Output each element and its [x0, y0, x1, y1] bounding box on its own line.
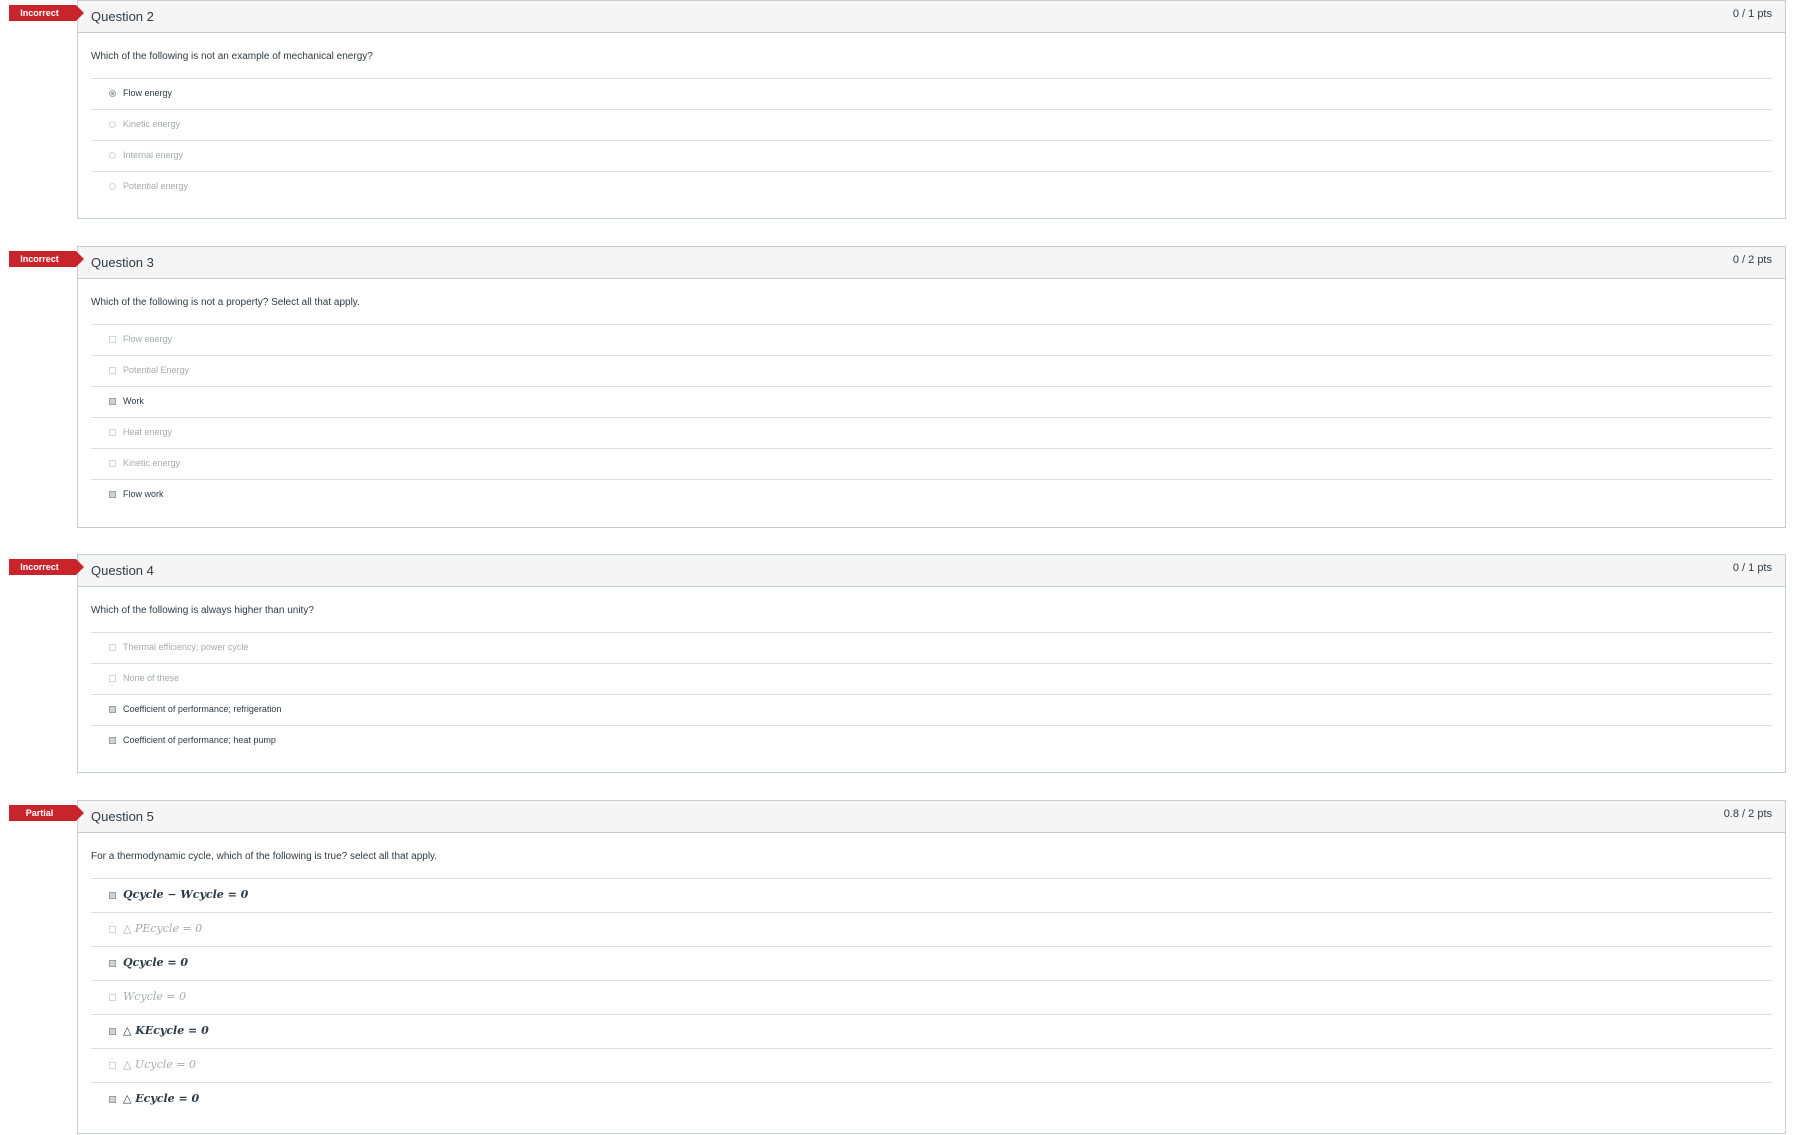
checkbox[interactable]: [109, 398, 116, 405]
answer-option[interactable]: Flow work: [91, 479, 1772, 510]
question-title: Question 4: [91, 563, 154, 578]
answer-option[interactable]: Thermal efficiency; power cycle: [91, 632, 1772, 663]
answer-option[interactable]: Internal energy: [91, 140, 1772, 171]
answer-label: Flow work: [123, 489, 164, 499]
answer-option[interactable]: Kinetic energy: [91, 448, 1772, 479]
answer-label: Qcycle = 0: [123, 956, 189, 969]
answer-list: Flow energy Kinetic energy Internal ener…: [91, 78, 1772, 202]
checkbox[interactable]: [109, 644, 116, 651]
radio-button[interactable]: [109, 90, 116, 97]
answer-option[interactable]: Wcycle = 0: [91, 980, 1772, 1014]
answer-label: Flow energy: [123, 88, 173, 98]
answer-option[interactable]: △ Ecycle = 0: [91, 1082, 1772, 1116]
question-points: 0 / 2 pts: [1732, 254, 1772, 266]
answer-label: Kinetic energy: [123, 458, 181, 468]
question-points: 0 / 1 pts: [1732, 562, 1772, 574]
checkbox[interactable]: [109, 367, 116, 374]
answer-option[interactable]: Heat energy: [91, 417, 1772, 448]
question-header: Question 2 0 / 1 pts: [78, 1, 1785, 33]
answer-label: Kinetic energy: [123, 119, 181, 129]
answer-label: △ PEcycle = 0: [123, 922, 203, 935]
question-5: Question 5 0.8 / 2 pts For a thermodynam…: [77, 800, 1786, 1134]
question-text: For a thermodynamic cycle, which of the …: [91, 851, 438, 862]
question-text: Which of the following is always higher …: [91, 605, 314, 616]
radio-button[interactable]: [109, 152, 116, 159]
result-badge-q2: Incorrect: [9, 5, 84, 21]
question-title: Question 3: [91, 255, 154, 270]
answer-label: Potential energy: [123, 181, 189, 191]
question-points: 0.8 / 2 pts: [1723, 808, 1772, 820]
question-header: Question 3 0 / 2 pts: [78, 247, 1785, 279]
answer-option[interactable]: Coefficient of performance; refrigeratio…: [91, 694, 1772, 725]
answer-label: Thermal efficiency; power cycle: [123, 642, 249, 652]
question-header: Question 5 0.8 / 2 pts: [78, 801, 1785, 833]
answer-label: Flow energy: [123, 334, 173, 344]
answer-option[interactable]: Qcycle = 0: [91, 946, 1772, 980]
checkbox[interactable]: [109, 336, 116, 343]
answer-label: Work: [123, 396, 144, 406]
result-badge-q4: Incorrect: [9, 559, 84, 575]
answer-label: Wcycle = 0: [123, 990, 187, 1003]
answer-label: Coefficient of performance; refrigeratio…: [123, 704, 282, 714]
radio-button[interactable]: [109, 183, 116, 190]
answer-list: Flow energy Potential Energy Work Heat e…: [91, 324, 1772, 510]
answer-option[interactable]: Kinetic energy: [91, 109, 1772, 140]
answer-label: Qcycle − Wcycle = 0: [123, 888, 249, 901]
answer-option[interactable]: Potential Energy: [91, 355, 1772, 386]
checkbox[interactable]: [109, 926, 116, 933]
checkbox[interactable]: [109, 1028, 116, 1035]
answer-label: △ Ecycle = 0: [123, 1092, 200, 1105]
answer-label: △ KEcycle = 0: [123, 1024, 209, 1037]
checkbox[interactable]: [109, 429, 116, 436]
radio-button[interactable]: [109, 121, 116, 128]
result-badge-q5: Partial: [9, 805, 84, 821]
answer-option[interactable]: None of these: [91, 663, 1772, 694]
answer-label: Internal energy: [123, 150, 184, 160]
question-points: 0 / 1 pts: [1732, 8, 1772, 20]
checkbox[interactable]: [109, 960, 116, 967]
answer-option[interactable]: Flow energy: [91, 78, 1772, 109]
question-2: Question 2 0 / 1 pts Which of the follow…: [77, 0, 1786, 219]
answer-option[interactable]: Potential energy: [91, 171, 1772, 202]
checkbox[interactable]: [109, 994, 116, 1001]
answer-option[interactable]: △ KEcycle = 0: [91, 1014, 1772, 1048]
answer-label: △ Ucycle = 0: [123, 1058, 196, 1071]
answer-label: Coefficient of performance; heat pump: [123, 735, 276, 745]
answer-label: None of these: [123, 673, 180, 683]
answer-option[interactable]: △ Ucycle = 0: [91, 1048, 1772, 1082]
answer-option[interactable]: Qcycle − Wcycle = 0: [91, 878, 1772, 912]
question-header: Question 4 0 / 1 pts: [78, 555, 1785, 587]
answer-option[interactable]: Coefficient of performance; heat pump: [91, 725, 1772, 756]
answer-list: Thermal efficiency; power cycle None of …: [91, 632, 1772, 756]
question-title: Question 2: [91, 9, 154, 24]
checkbox[interactable]: [109, 892, 116, 899]
question-3: Question 3 0 / 2 pts Which of the follow…: [77, 246, 1786, 528]
question-text: Which of the following is not an example…: [91, 51, 373, 62]
answer-option[interactable]: Work: [91, 386, 1772, 417]
answer-list: Qcycle − Wcycle = 0 △ PEcycle = 0 Qcycle…: [91, 878, 1772, 1116]
answer-option[interactable]: △ PEcycle = 0: [91, 912, 1772, 946]
checkbox[interactable]: [109, 737, 116, 744]
checkbox[interactable]: [109, 675, 116, 682]
question-4: Question 4 0 / 1 pts Which of the follow…: [77, 554, 1786, 773]
result-badge-q3: Incorrect: [9, 251, 84, 267]
answer-option[interactable]: Flow energy: [91, 324, 1772, 355]
answer-label: Heat energy: [123, 427, 173, 437]
checkbox[interactable]: [109, 1096, 116, 1103]
question-text: Which of the following is not a property…: [91, 297, 360, 308]
checkbox[interactable]: [109, 706, 116, 713]
checkbox[interactable]: [109, 460, 116, 467]
question-title: Question 5: [91, 809, 154, 824]
checkbox[interactable]: [109, 1062, 116, 1069]
checkbox[interactable]: [109, 491, 116, 498]
answer-label: Potential Energy: [123, 365, 190, 375]
